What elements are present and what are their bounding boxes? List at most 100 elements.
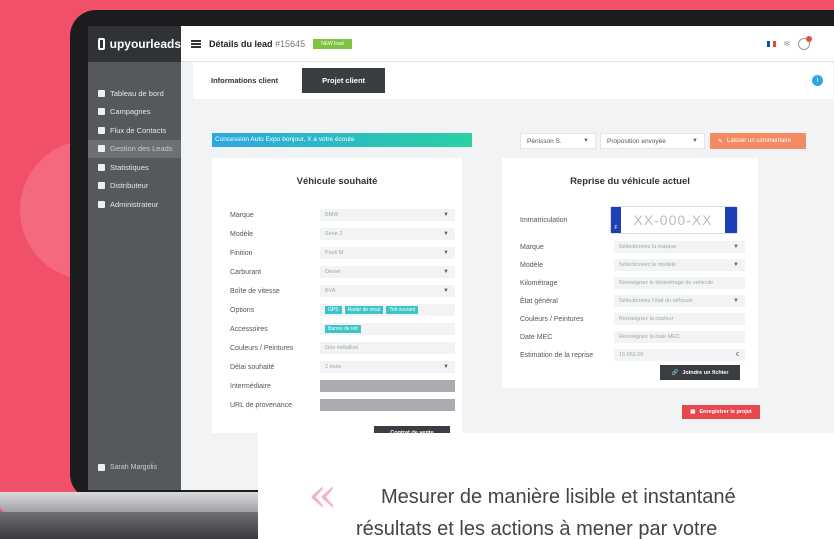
options-input[interactable]: GPS Radar de recul Toit ouvrant (320, 304, 455, 316)
source-url-input[interactable] (320, 399, 455, 411)
tabs: Informations client Projet client i (193, 62, 833, 99)
eu-flag-icon: F (611, 207, 621, 233)
users-icon (98, 126, 105, 134)
status-badge: NEW lead (313, 38, 352, 49)
sidebar-item-stats[interactable]: Statistiques (88, 158, 181, 177)
brand-select[interactable]: BMW ▼ (320, 209, 455, 221)
sidebar-item-contacts[interactable]: Flux de Contacts (88, 121, 181, 140)
pencil-icon: ✎ (718, 138, 724, 145)
field-tradein-model: Modèle Sélectionnez le modèle ▼ (520, 258, 745, 272)
chevron-down-icon: ▼ (583, 138, 589, 144)
accessories-input[interactable]: Barres de toit (320, 323, 455, 335)
menu-icon[interactable] (191, 39, 201, 48)
page-title: Détails du lead #15645 (209, 38, 306, 49)
chevron-down-icon: ▼ (443, 269, 449, 275)
field-accessories: Accessoires Barres de toit (230, 322, 455, 336)
dashboard-icon (98, 89, 105, 97)
distributor-icon (98, 182, 105, 190)
header-tools: ✉ (767, 36, 812, 50)
chevron-down-icon: ▼ (443, 250, 449, 256)
save-icon: ▣ (690, 409, 696, 415)
assignee-select[interactable]: Pénisson S. ▼ (520, 133, 596, 149)
option-tag[interactable]: GPS (325, 306, 342, 314)
option-tag[interactable]: Radar de recul (344, 306, 384, 314)
user-icon (98, 464, 105, 471)
quote-panel: « Mesurer de manière lisible et instanta… (258, 433, 834, 539)
logo-icon (98, 38, 105, 50)
field-mileage: Kilométrage Renseignez le kilométrage du … (520, 276, 745, 290)
leads-icon (98, 145, 105, 153)
header: Détails du lead #15645 NEW lead ✉ (181, 26, 834, 62)
info-icon[interactable]: i (812, 75, 823, 86)
paperclip-icon: 🔗 (671, 369, 679, 376)
mec-date-input[interactable]: Renseignez la date MEC (614, 331, 745, 343)
trim-select[interactable]: Pack M ▼ (320, 247, 455, 259)
chevron-down-icon: ▼ (733, 298, 739, 304)
field-gearbox: Boîte de vitesse BVA ▼ (230, 284, 455, 298)
attach-file-button[interactable]: 🔗 Joindre un fichier (660, 365, 740, 380)
sidebar: upyourleads Tableau de bord Campagnes Fl… (88, 26, 181, 490)
delay-select[interactable]: 2 mois ▼ (320, 361, 455, 373)
estimate-input[interactable]: 15 652.00 € (614, 349, 745, 361)
field-color: Couleurs / Peintures Gris métallisé (230, 341, 455, 355)
accessory-tag[interactable]: Barres de toit (325, 325, 361, 333)
card-title: Reprise du véhicule actuel (570, 176, 690, 187)
brand-name: upyourleads (109, 37, 181, 51)
tradein-model-select[interactable]: Sélectionnez le modèle ▼ (614, 259, 745, 271)
card-title: Véhicule souhaité (296, 176, 378, 187)
field-trim: Finition Pack M ▼ (230, 246, 455, 260)
sidebar-item-dashboard[interactable]: Tableau de bord (88, 84, 181, 103)
proposal-select[interactable]: Proposition envoyée ▼ (600, 133, 705, 149)
tradein-brand-select[interactable]: Sélectionnez la marque ▼ (614, 241, 745, 253)
model-select[interactable]: Serie 2 ▼ (320, 228, 455, 240)
avatar[interactable] (798, 36, 812, 50)
quote-line-2: résultats et les actions à mener par vot… (356, 518, 718, 539)
save-project-button[interactable]: ▣ Enregistrer le projet (682, 405, 760, 419)
field-tradein-color: Couleurs / Peintures Renseignez la couleu… (520, 312, 745, 326)
chevron-down-icon: ▼ (443, 364, 449, 370)
option-tag[interactable]: Toit ouvrant (386, 306, 419, 314)
flag-fr-icon[interactable] (767, 41, 777, 47)
field-options: Options GPS Radar de recul Toit ouvrant (230, 303, 455, 317)
field-delay: Délai souhaité 2 mois ▼ (230, 360, 455, 374)
intermediary-input[interactable] (320, 380, 455, 392)
chevron-down-icon: ▼ (733, 262, 739, 268)
sidebar-nav: Tableau de bord Campagnes Flux de Contac… (88, 84, 181, 214)
quote-line-1: Mesurer de manière lisible et instantané (381, 486, 736, 508)
quote-icon: « (308, 467, 338, 523)
mail-icon[interactable]: ✉ (784, 40, 790, 48)
mileage-input[interactable]: Renseignez le kilométrage du véhicule (614, 277, 745, 289)
tradein-color-input[interactable]: Renseignez la couleur (614, 313, 745, 325)
field-mec-date: Date MEC Renseignez la date MEC (520, 330, 745, 344)
field-model: Modèle Serie 2 ▼ (230, 227, 455, 241)
condition-select[interactable]: Sélectionnez l'état du véhicule ▼ (614, 295, 745, 307)
current-user[interactable]: Sarah Margolis (98, 464, 157, 471)
sidebar-item-distributor[interactable]: Distributeur (88, 177, 181, 196)
chevron-down-icon: ▼ (443, 231, 449, 237)
sidebar-item-admin[interactable]: Administrateur (88, 195, 181, 214)
notification-badge (806, 36, 812, 42)
field-source-url: URL de provenance (230, 398, 455, 412)
logo[interactable]: upyourleads (88, 26, 181, 62)
stats-icon (98, 163, 105, 171)
admin-icon (98, 200, 105, 208)
color-input[interactable]: Gris métallisé (320, 342, 455, 354)
field-tradein-brand: Marque Sélectionnez la marque ▼ (520, 240, 745, 254)
megaphone-icon (98, 108, 105, 116)
chevron-down-icon: ▼ (443, 212, 449, 218)
field-fuel: Carburant Diesel ▼ (230, 265, 455, 279)
field-intermediary: Intermédiaire (230, 379, 455, 393)
sidebar-item-campaigns[interactable]: Campagnes (88, 103, 181, 122)
tab-client-project[interactable]: Projet client (302, 68, 386, 93)
field-estimate: Estimation de la reprise 15 652.00 € (520, 348, 745, 362)
comment-button[interactable]: ✎ Laisser un commentaire (710, 133, 806, 149)
vehicle-wanted-card: Véhicule souhaité Marque BMW ▼ Modèle Serie… (212, 158, 462, 433)
field-condition: État général Sélectionnez l'état du véhic… (520, 294, 745, 308)
field-brand: Marque BMW ▼ (230, 208, 455, 222)
sidebar-item-leads[interactable]: Gestion des Leads (88, 139, 181, 158)
chevron-down-icon: ▼ (692, 138, 698, 144)
fuel-select[interactable]: Diesel ▼ (320, 266, 455, 278)
plate-input[interactable]: F XX-000-XX (610, 206, 738, 234)
tab-client-info[interactable]: Informations client (203, 70, 286, 91)
gearbox-select[interactable]: BVA ▼ (320, 285, 455, 297)
